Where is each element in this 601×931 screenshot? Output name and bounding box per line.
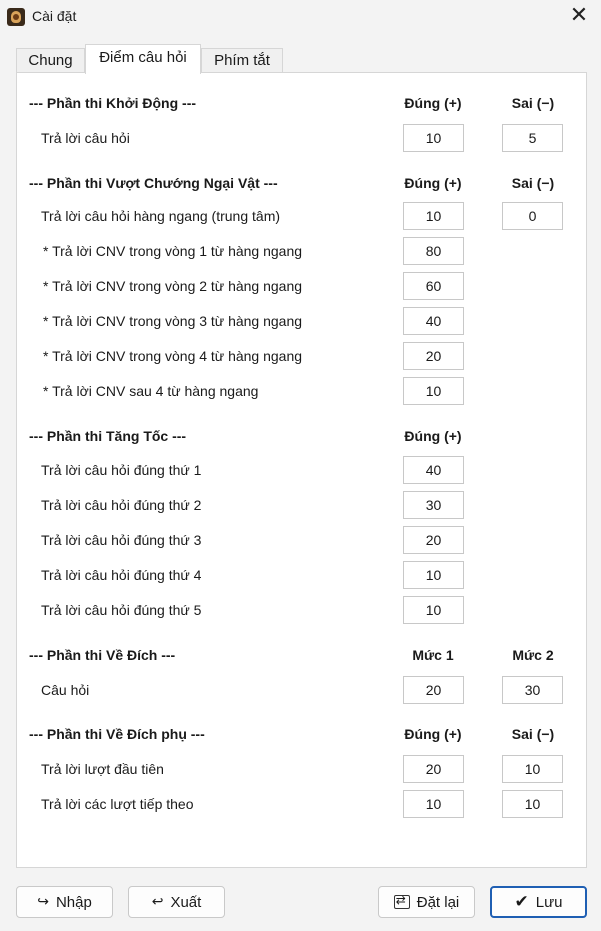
setting-label: Trả lời lượt đầu tiên: [41, 761, 164, 777]
setting-row: Trả lời câu hỏi đúng thứ 3: [17, 524, 586, 556]
points-wrong-input[interactable]: [502, 124, 563, 152]
col-header-dung: Đúng (+): [404, 175, 462, 191]
points-correct-input[interactable]: [403, 202, 464, 230]
col-header-dung: Đúng (+): [404, 95, 462, 111]
points-correct-input[interactable]: [403, 377, 464, 405]
close-button[interactable]: ✕: [565, 4, 593, 30]
setting-row: * Trả lời CNV trong vòng 4 từ hàng ngang: [17, 340, 586, 372]
col-header-sai: Sai (−): [511, 175, 555, 191]
points-correct-input[interactable]: [403, 456, 464, 484]
points-correct-input[interactable]: [403, 124, 464, 152]
title-bar: Cài đặt ✕: [0, 0, 601, 34]
setting-label: Trả lời câu hỏi đúng thứ 4: [41, 567, 202, 583]
setting-row: * Trả lời CNV sau 4 từ hàng ngang: [17, 375, 586, 407]
tab-phim-tat[interactable]: Phím tắt: [201, 48, 283, 73]
setting-label: Trả lời câu hỏi hàng ngang (trung tâm): [41, 208, 281, 224]
section-title: --- Phần thi Về Đích ---: [29, 647, 176, 663]
col-header-sai: Sai (−): [511, 95, 555, 111]
save-label: Lưu: [535, 893, 563, 911]
import-button[interactable]: ↪ Nhập: [16, 886, 113, 918]
settings-panel: --- Phần thi Khởi Động --- Đúng (+) Sai …: [16, 72, 587, 868]
points-correct-input[interactable]: [403, 790, 464, 818]
setting-row: Trả lời câu hỏi hàng ngang (trung tâm): [17, 200, 586, 232]
points-wrong-input[interactable]: [502, 755, 563, 783]
level-1-input[interactable]: [403, 676, 464, 704]
setting-row: Trả lời câu hỏi đúng thứ 1: [17, 454, 586, 486]
setting-label: * Trả lời CNV trong vòng 1 từ hàng ngang: [43, 243, 303, 259]
points-correct-input[interactable]: [403, 307, 464, 335]
app-icon: [7, 8, 25, 26]
setting-label: Trả lời câu hỏi đúng thứ 2: [41, 497, 202, 513]
tab-diem-cau-hoi[interactable]: Điểm câu hỏi: [85, 44, 201, 74]
points-correct-input[interactable]: [403, 526, 464, 554]
setting-row: Trả lời lượt đầu tiên: [17, 753, 586, 785]
setting-label: Câu hỏi: [41, 682, 90, 698]
setting-label: * Trả lời CNV sau 4 từ hàng ngang: [43, 383, 259, 399]
import-label: Nhập: [55, 893, 92, 911]
section-header-tang-toc: --- Phần thi Tăng Tốc --- Đúng (+): [17, 421, 586, 453]
col-header-muc-1: Mức 1: [412, 647, 454, 663]
section-header-vcnv: --- Phần thi Vượt Chướng Ngại Vật --- Đú…: [17, 168, 586, 200]
setting-row: * Trả lời CNV trong vòng 1 từ hàng ngang: [17, 235, 586, 267]
points-correct-input[interactable]: [403, 342, 464, 370]
points-wrong-input[interactable]: [502, 790, 563, 818]
points-correct-input[interactable]: [403, 272, 464, 300]
setting-label: * Trả lời CNV trong vòng 2 từ hàng ngang: [43, 278, 303, 294]
points-correct-input[interactable]: [403, 561, 464, 589]
points-correct-input[interactable]: [403, 237, 464, 265]
setting-row: Trả lời các lượt tiếp theo: [17, 788, 586, 820]
setting-row: Trả lời câu hỏi đúng thứ 5: [17, 594, 586, 626]
setting-row: * Trả lời CNV trong vòng 3 từ hàng ngang: [17, 305, 586, 337]
section-title: --- Phần thi Khởi Động ---: [29, 95, 197, 111]
reset-icon: [393, 893, 410, 909]
setting-row: Trả lời câu hỏi đúng thứ 4: [17, 559, 586, 591]
setting-label: Trả lời câu hỏi: [41, 130, 130, 146]
points-correct-input[interactable]: [403, 755, 464, 783]
col-header-dung: Đúng (+): [404, 428, 462, 444]
checkmark-icon: ✔: [514, 892, 529, 912]
col-header-muc-2: Mức 2: [512, 647, 554, 663]
setting-label: Trả lời các lượt tiếp theo: [41, 796, 194, 812]
col-header-sai: Sai (−): [511, 726, 555, 742]
setting-row: Trả lời câu hỏi: [17, 122, 586, 154]
setting-row: Trả lời câu hỏi đúng thứ 2: [17, 489, 586, 521]
window-title: Cài đặt: [32, 8, 77, 24]
section-header-ve-dich-phu: --- Phần thi Về Đích phụ --- Đúng (+) Sa…: [17, 719, 586, 751]
tab-chung[interactable]: Chung: [16, 48, 85, 73]
points-wrong-input[interactable]: [502, 202, 563, 230]
setting-label: Trả lời câu hỏi đúng thứ 5: [41, 602, 202, 618]
level-2-input[interactable]: [502, 676, 563, 704]
setting-label: Trả lời câu hỏi đúng thứ 1: [41, 462, 202, 478]
reset-button[interactable]: Đặt lại: [378, 886, 475, 918]
section-header-ve-dich: --- Phần thi Về Đích --- Mức 1 Mức 2: [17, 640, 586, 672]
section-title: --- Phần thi Tăng Tốc ---: [29, 428, 187, 444]
points-correct-input[interactable]: [403, 491, 464, 519]
points-correct-input[interactable]: [403, 596, 464, 624]
section-title: --- Phần thi Về Đích phụ ---: [29, 726, 205, 742]
save-button[interactable]: ✔ Lưu: [490, 886, 587, 918]
section-title: --- Phần thi Vượt Chướng Ngại Vật ---: [29, 175, 278, 191]
reset-label: Đặt lại: [416, 893, 460, 911]
setting-label: * Trả lời CNV trong vòng 4 từ hàng ngang: [43, 348, 303, 364]
setting-label: Trả lời câu hỏi đúng thứ 3: [41, 532, 202, 548]
setting-row: * Trả lời CNV trong vòng 2 từ hàng ngang: [17, 270, 586, 302]
setting-row: Câu hỏi: [17, 674, 586, 706]
setting-label: * Trả lời CNV trong vòng 3 từ hàng ngang: [43, 313, 303, 329]
section-header-khoi-dong: --- Phần thi Khởi Động --- Đúng (+) Sai …: [17, 88, 586, 120]
export-icon: ↩: [151, 894, 164, 910]
col-header-dung: Đúng (+): [404, 726, 462, 742]
export-label: Xuất: [170, 893, 202, 911]
export-button[interactable]: ↩ Xuất: [128, 886, 225, 918]
import-icon: ↪: [37, 894, 49, 910]
